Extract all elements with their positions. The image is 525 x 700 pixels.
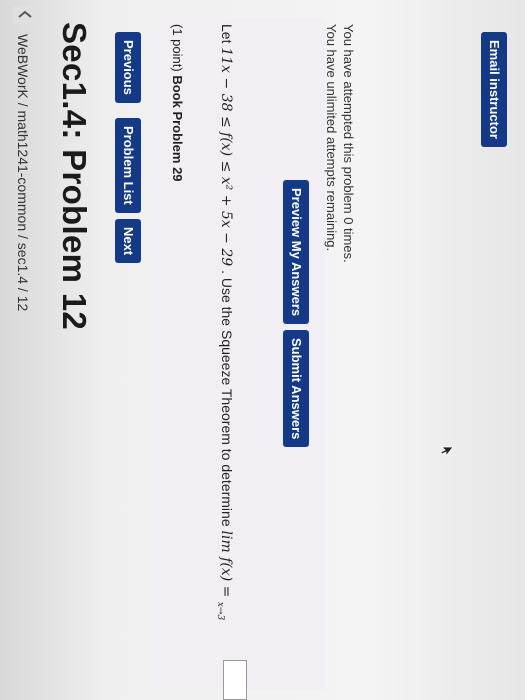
- problem-header: (1 point) Book Problem 29: [170, 24, 185, 182]
- attempts-line-2: You have unlimited attempts remaining.: [324, 24, 339, 252]
- email-instructor-button[interactable]: Email instructor: [481, 32, 507, 147]
- limit-expression: lim f(x) = x→3: [215, 530, 234, 621]
- limit-text: lim f(x) =: [218, 530, 234, 598]
- inequality-expression: 11x − 38 ≤ f(x) ≤ x² + 5x − 29: [218, 47, 234, 267]
- chevron-left-glyph: [18, 10, 32, 18]
- photo-stage: WeBWorK / math1241-common / sec1.4 / 12 …: [0, 0, 525, 700]
- next-button[interactable]: Next: [115, 219, 141, 264]
- webwork-page: WeBWorK / math1241-common / sec1.4 / 12 …: [0, 0, 525, 700]
- statement-middle: . Use the Squeeze Theorem to determine: [219, 270, 235, 527]
- problem-list-button[interactable]: Problem List: [115, 118, 141, 213]
- statement-prefix: Let: [219, 24, 235, 44]
- chevron-left-icon[interactable]: [13, 6, 37, 24]
- submit-answers-button[interactable]: Submit Answers: [283, 330, 309, 448]
- problem-statement: Let 11x − 38 ≤ f(x) ≤ x² + 5x − 29 . Use…: [215, 24, 235, 620]
- page-title: Sec1.4: Problem 12: [56, 22, 93, 331]
- preview-answers-button[interactable]: Preview My Answers: [283, 180, 309, 325]
- limit-subscript: x→3: [215, 601, 226, 621]
- mouse-pointer-icon: [440, 446, 454, 458]
- book-problem-label: Book Problem 29: [170, 75, 185, 182]
- attempts-line-1: You have attempted this problem 0 times.: [341, 24, 356, 263]
- attempts-info: You have attempted this problem 0 times.…: [323, 24, 357, 263]
- breadcrumb[interactable]: WeBWorK / math1241-common / sec1.4 / 12: [15, 34, 31, 311]
- points-text: (1 point): [170, 24, 185, 72]
- previous-button[interactable]: Previous: [115, 32, 141, 103]
- answer-input[interactable]: [223, 660, 247, 700]
